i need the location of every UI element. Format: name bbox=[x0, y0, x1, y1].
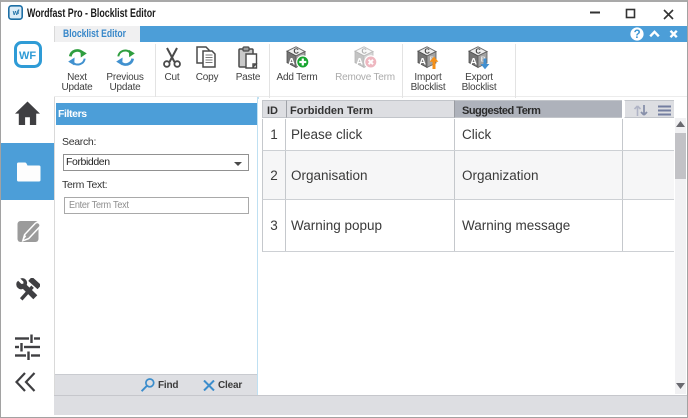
svg-text:A: A bbox=[419, 57, 426, 68]
svg-text:?: ? bbox=[634, 29, 641, 41]
svg-text:A: A bbox=[470, 57, 477, 68]
svg-text:WF: WF bbox=[19, 50, 36, 62]
svg-text:A: A bbox=[356, 57, 363, 68]
svg-text:A: A bbox=[288, 57, 295, 68]
